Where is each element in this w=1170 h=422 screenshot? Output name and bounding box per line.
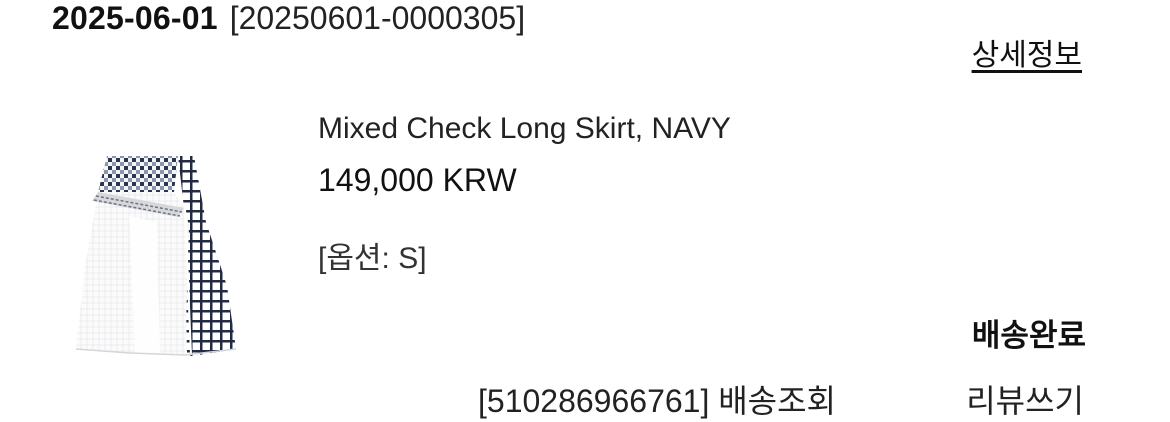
order-header: 2025-06-01 [20250601-0000305] xyxy=(52,0,525,40)
order-number: [20250601-0000305] xyxy=(229,0,526,36)
product-price: 149,000 KRW xyxy=(318,162,517,198)
delivery-status: 배송완료 xyxy=(971,318,1086,353)
order-detail-link[interactable]: 상세정보 xyxy=(972,30,1082,74)
product-option: [옵션: S] xyxy=(318,242,427,275)
order-date: 2025-06-01 xyxy=(52,0,218,36)
write-review-link[interactable]: 리뷰쓰기 xyxy=(966,376,1084,422)
product-image[interactable] xyxy=(60,150,250,365)
skirt-product-image xyxy=(75,156,237,356)
product-name[interactable]: Mixed Check Long Skirt, NAVY xyxy=(318,112,731,146)
delivery-tracking-link[interactable]: [510286966761] 배송조회 xyxy=(478,376,836,422)
